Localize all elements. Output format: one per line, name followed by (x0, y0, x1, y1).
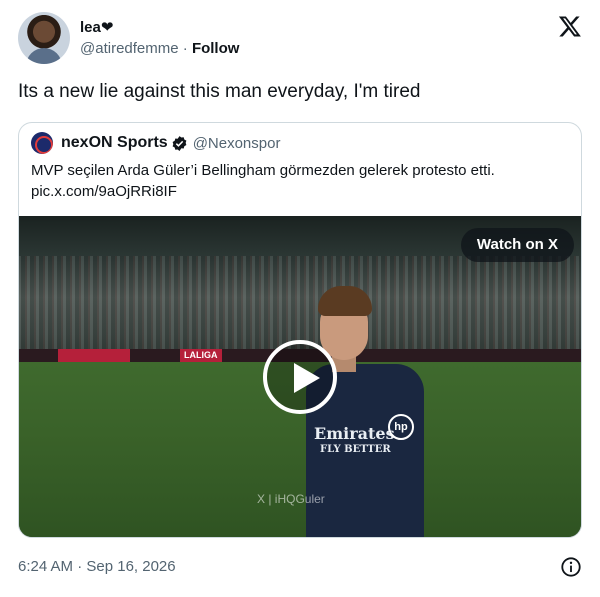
author-names: lea❤ @atiredfemme · Follow (80, 18, 239, 59)
quoted-body-text: MVP seçilen Arda Güler’i Bellingham görm… (31, 162, 495, 179)
quoted-handle[interactable]: @Nexonspor (193, 135, 281, 152)
ad-board-laliga: LALIGA (180, 349, 222, 362)
tweet-timestamp[interactable]: 6:24 AM · Sep 16, 2026 (18, 558, 176, 575)
verified-badge-icon (172, 135, 187, 151)
info-icon[interactable] (560, 556, 582, 578)
author-avatar[interactable] (18, 12, 70, 64)
jersey-sleeve-logo: hp (388, 414, 414, 440)
ad-board (58, 349, 130, 362)
quoted-text: MVP seçilen Arda Güler’i Bellingham görm… (31, 160, 571, 202)
author-display-name[interactable]: lea❤ (80, 18, 239, 38)
author-handle[interactable]: @atiredfemme (80, 40, 179, 57)
jersey-sponsor: Emirates (314, 424, 395, 443)
quoted-media-link[interactable]: pic.x.com/9aOjRRi8IF (31, 181, 571, 202)
quoted-display-name[interactable]: nexON Sports (61, 134, 168, 152)
play-icon[interactable] (263, 340, 337, 414)
author-handle-line: @atiredfemme · Follow (80, 39, 239, 59)
quoted-avatar[interactable] (31, 132, 53, 154)
watch-on-x-button[interactable]: Watch on X (460, 228, 574, 262)
video-watermark: X | iHQGuler (257, 492, 325, 506)
tweet-header: lea❤ @atiredfemme · Follow (18, 12, 582, 68)
tweet-text: Its a new lie against this man everyday,… (18, 81, 421, 102)
jersey-sponsor-tagline: FLY BETTER (320, 444, 391, 455)
quoted-header: nexON Sports @Nexonspor (31, 132, 280, 154)
x-logo-icon[interactable] (558, 14, 582, 38)
video-player[interactable]: LALIGA Emirates FLY BETTER hp Watch on X… (19, 216, 581, 537)
quoted-tweet-card[interactable]: nexON Sports @Nexonspor MVP seçilen Arda… (18, 122, 582, 538)
player-hair (318, 286, 372, 316)
follow-button[interactable]: Follow (192, 40, 240, 57)
tweet-footer: 6:24 AM · Sep 16, 2026 (18, 556, 582, 578)
separator-dot: · (182, 40, 188, 57)
